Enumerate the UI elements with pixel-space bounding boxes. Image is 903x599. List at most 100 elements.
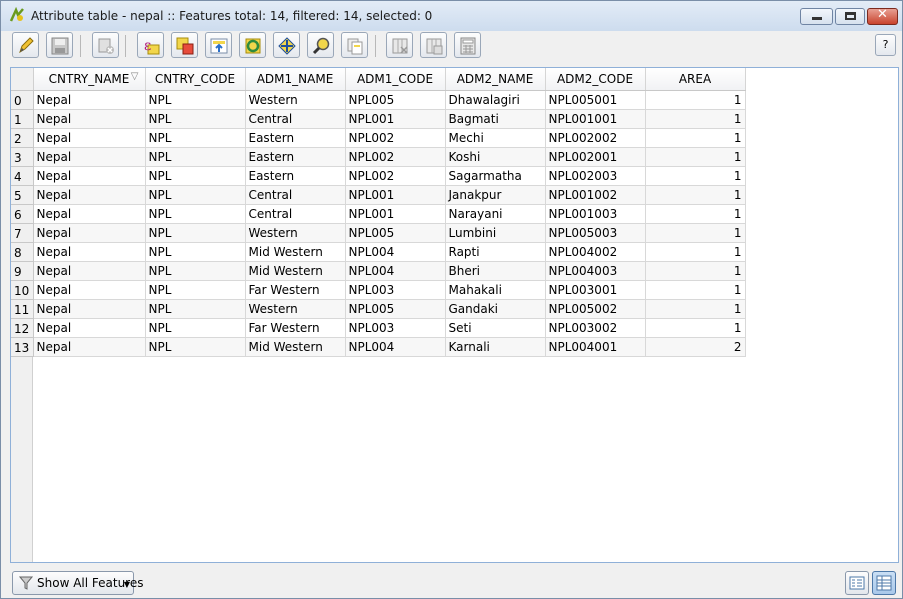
- table-cell[interactable]: NPL: [145, 90, 246, 110]
- invert-selection-button[interactable]: [239, 32, 266, 58]
- row-header[interactable]: 2: [11, 128, 34, 148]
- table-cell[interactable]: NPL001: [345, 185, 446, 205]
- close-button[interactable]: ✕: [867, 7, 898, 25]
- table-cell[interactable]: Nepal: [33, 166, 146, 186]
- table-row[interactable]: 0 Nepal NPL Western NPL005 Dhawalagiri NPL0050…: [11, 90, 746, 110]
- field-calculator-button[interactable]: [454, 32, 481, 58]
- table-cell[interactable]: NPL005001: [545, 90, 646, 110]
- table-cell[interactable]: Karnali: [445, 337, 546, 357]
- table-cell[interactable]: Nepal: [33, 337, 146, 357]
- table-row[interactable]: 8 Nepal NPL Mid Western NPL004 Rapti NPL004002…: [11, 242, 746, 262]
- table-cell[interactable]: Nepal: [33, 299, 146, 319]
- minimize-button[interactable]: [800, 8, 833, 25]
- row-header[interactable]: 8: [11, 242, 34, 262]
- attribute-table[interactable]: CNTRY_NAME ▽ CNTRY_CODE ADM1_NAME ADM1_CO…: [10, 67, 899, 563]
- table-cell[interactable]: Nepal: [33, 261, 146, 281]
- table-row[interactable]: 4 Nepal NPL Eastern NPL002 Sagarmatha NPL00200…: [11, 166, 746, 186]
- table-cell[interactable]: Rapti: [445, 242, 546, 262]
- table-cell[interactable]: Gandaki: [445, 299, 546, 319]
- save-edits-button[interactable]: [46, 32, 73, 58]
- table-cell[interactable]: NPL: [145, 261, 246, 281]
- table-cell[interactable]: Nepal: [33, 242, 146, 262]
- table-cell[interactable]: NPL: [145, 242, 246, 262]
- table-cell[interactable]: Mechi: [445, 128, 546, 148]
- table-cell[interactable]: Central: [245, 109, 346, 129]
- table-cell[interactable]: Koshi: [445, 147, 546, 167]
- table-cell[interactable]: NPL005003: [545, 223, 646, 243]
- table-row[interactable]: 2 Nepal NPL Eastern NPL002 Mechi NPL002002 1: [11, 128, 746, 148]
- row-header[interactable]: 1: [11, 109, 34, 129]
- table-cell[interactable]: Nepal: [33, 147, 146, 167]
- table-row[interactable]: 9 Nepal NPL Mid Western NPL004 Bheri NPL004003…: [11, 261, 746, 281]
- table-cell[interactable]: NPL003002: [545, 318, 646, 338]
- table-cell[interactable]: NPL: [145, 147, 246, 167]
- unselect-all-button[interactable]: [171, 32, 198, 58]
- table-cell[interactable]: Eastern: [245, 128, 346, 148]
- row-header[interactable]: 3: [11, 147, 34, 167]
- table-cell[interactable]: Nepal: [33, 109, 146, 129]
- table-cell[interactable]: Mid Western: [245, 337, 346, 357]
- row-header[interactable]: 5: [11, 185, 34, 205]
- table-cell[interactable]: 1: [645, 128, 746, 148]
- table-cell[interactable]: Seti: [445, 318, 546, 338]
- table-cell[interactable]: NPL: [145, 318, 246, 338]
- table-cell[interactable]: NPL002002: [545, 128, 646, 148]
- row-header[interactable]: 6: [11, 204, 34, 224]
- corner-cell[interactable]: [11, 68, 34, 91]
- table-row[interactable]: 3 Nepal NPL Eastern NPL002 Koshi NPL002001 1: [11, 147, 746, 167]
- column-header[interactable]: ADM1_CODE: [345, 68, 446, 91]
- table-cell[interactable]: NPL002: [345, 128, 446, 148]
- toggle-editing-button[interactable]: [12, 32, 39, 58]
- column-header[interactable]: ADM2_NAME: [445, 68, 546, 91]
- title-bar[interactable]: Attribute table - nepal :: Features tota…: [1, 1, 902, 31]
- table-cell[interactable]: NPL001003: [545, 204, 646, 224]
- table-cell[interactable]: Nepal: [33, 128, 146, 148]
- row-header[interactable]: 9: [11, 261, 34, 281]
- row-header[interactable]: 0: [11, 90, 34, 110]
- column-header[interactable]: CNTRY_CODE: [145, 68, 246, 91]
- table-cell[interactable]: Bheri: [445, 261, 546, 281]
- table-cell[interactable]: NPL001002: [545, 185, 646, 205]
- table-cell[interactable]: Nepal: [33, 318, 146, 338]
- table-row[interactable]: 5 Nepal NPL Central NPL001 Janakpur NPL001002 1: [11, 185, 746, 205]
- table-cell[interactable]: 1: [645, 318, 746, 338]
- table-cell[interactable]: NPL: [145, 109, 246, 129]
- attribute-grid[interactable]: CNTRY_NAME ▽ CNTRY_CODE ADM1_NAME ADM1_CO…: [11, 68, 746, 357]
- table-cell[interactable]: Dhawalagiri: [445, 90, 546, 110]
- table-cell[interactable]: 1: [645, 109, 746, 129]
- table-cell[interactable]: 1: [645, 185, 746, 205]
- table-row[interactable]: 7 Nepal NPL Western NPL005 Lumbini NPL005003 1: [11, 223, 746, 243]
- column-header[interactable]: ADM1_NAME: [245, 68, 346, 91]
- table-cell[interactable]: NPL: [145, 280, 246, 300]
- row-header[interactable]: 12: [11, 318, 34, 338]
- table-cell[interactable]: Bagmati: [445, 109, 546, 129]
- table-cell[interactable]: Mid Western: [245, 261, 346, 281]
- row-header[interactable]: 7: [11, 223, 34, 243]
- table-cell[interactable]: Far Western: [245, 318, 346, 338]
- table-view-button[interactable]: [872, 571, 896, 595]
- table-cell[interactable]: 1: [645, 280, 746, 300]
- table-cell[interactable]: Central: [245, 185, 346, 205]
- table-cell[interactable]: NPL002: [345, 166, 446, 186]
- pan-to-selection-button[interactable]: [273, 32, 300, 58]
- table-row[interactable]: 13 Nepal NPL Mid Western NPL004 Karnali NPL004…: [11, 337, 746, 357]
- table-cell[interactable]: Eastern: [245, 166, 346, 186]
- table-cell[interactable]: NPL004: [345, 242, 446, 262]
- zoom-to-selection-button[interactable]: [307, 32, 334, 58]
- table-cell[interactable]: NPL: [145, 204, 246, 224]
- table-cell[interactable]: 1: [645, 223, 746, 243]
- table-cell[interactable]: Nepal: [33, 90, 146, 110]
- table-row[interactable]: 11 Nepal NPL Western NPL005 Gandaki NPL005002 1: [11, 299, 746, 319]
- table-cell[interactable]: Sagarmatha: [445, 166, 546, 186]
- row-header[interactable]: 13: [11, 337, 34, 357]
- table-cell[interactable]: NPL: [145, 166, 246, 186]
- table-cell[interactable]: Western: [245, 299, 346, 319]
- table-cell[interactable]: NPL004: [345, 337, 446, 357]
- table-cell[interactable]: NPL005: [345, 223, 446, 243]
- table-cell[interactable]: 2: [645, 337, 746, 357]
- delete-column-button[interactable]: [386, 32, 413, 58]
- table-cell[interactable]: Central: [245, 204, 346, 224]
- table-cell[interactable]: Nepal: [33, 185, 146, 205]
- row-header[interactable]: 10: [11, 280, 34, 300]
- table-cell[interactable]: Nepal: [33, 204, 146, 224]
